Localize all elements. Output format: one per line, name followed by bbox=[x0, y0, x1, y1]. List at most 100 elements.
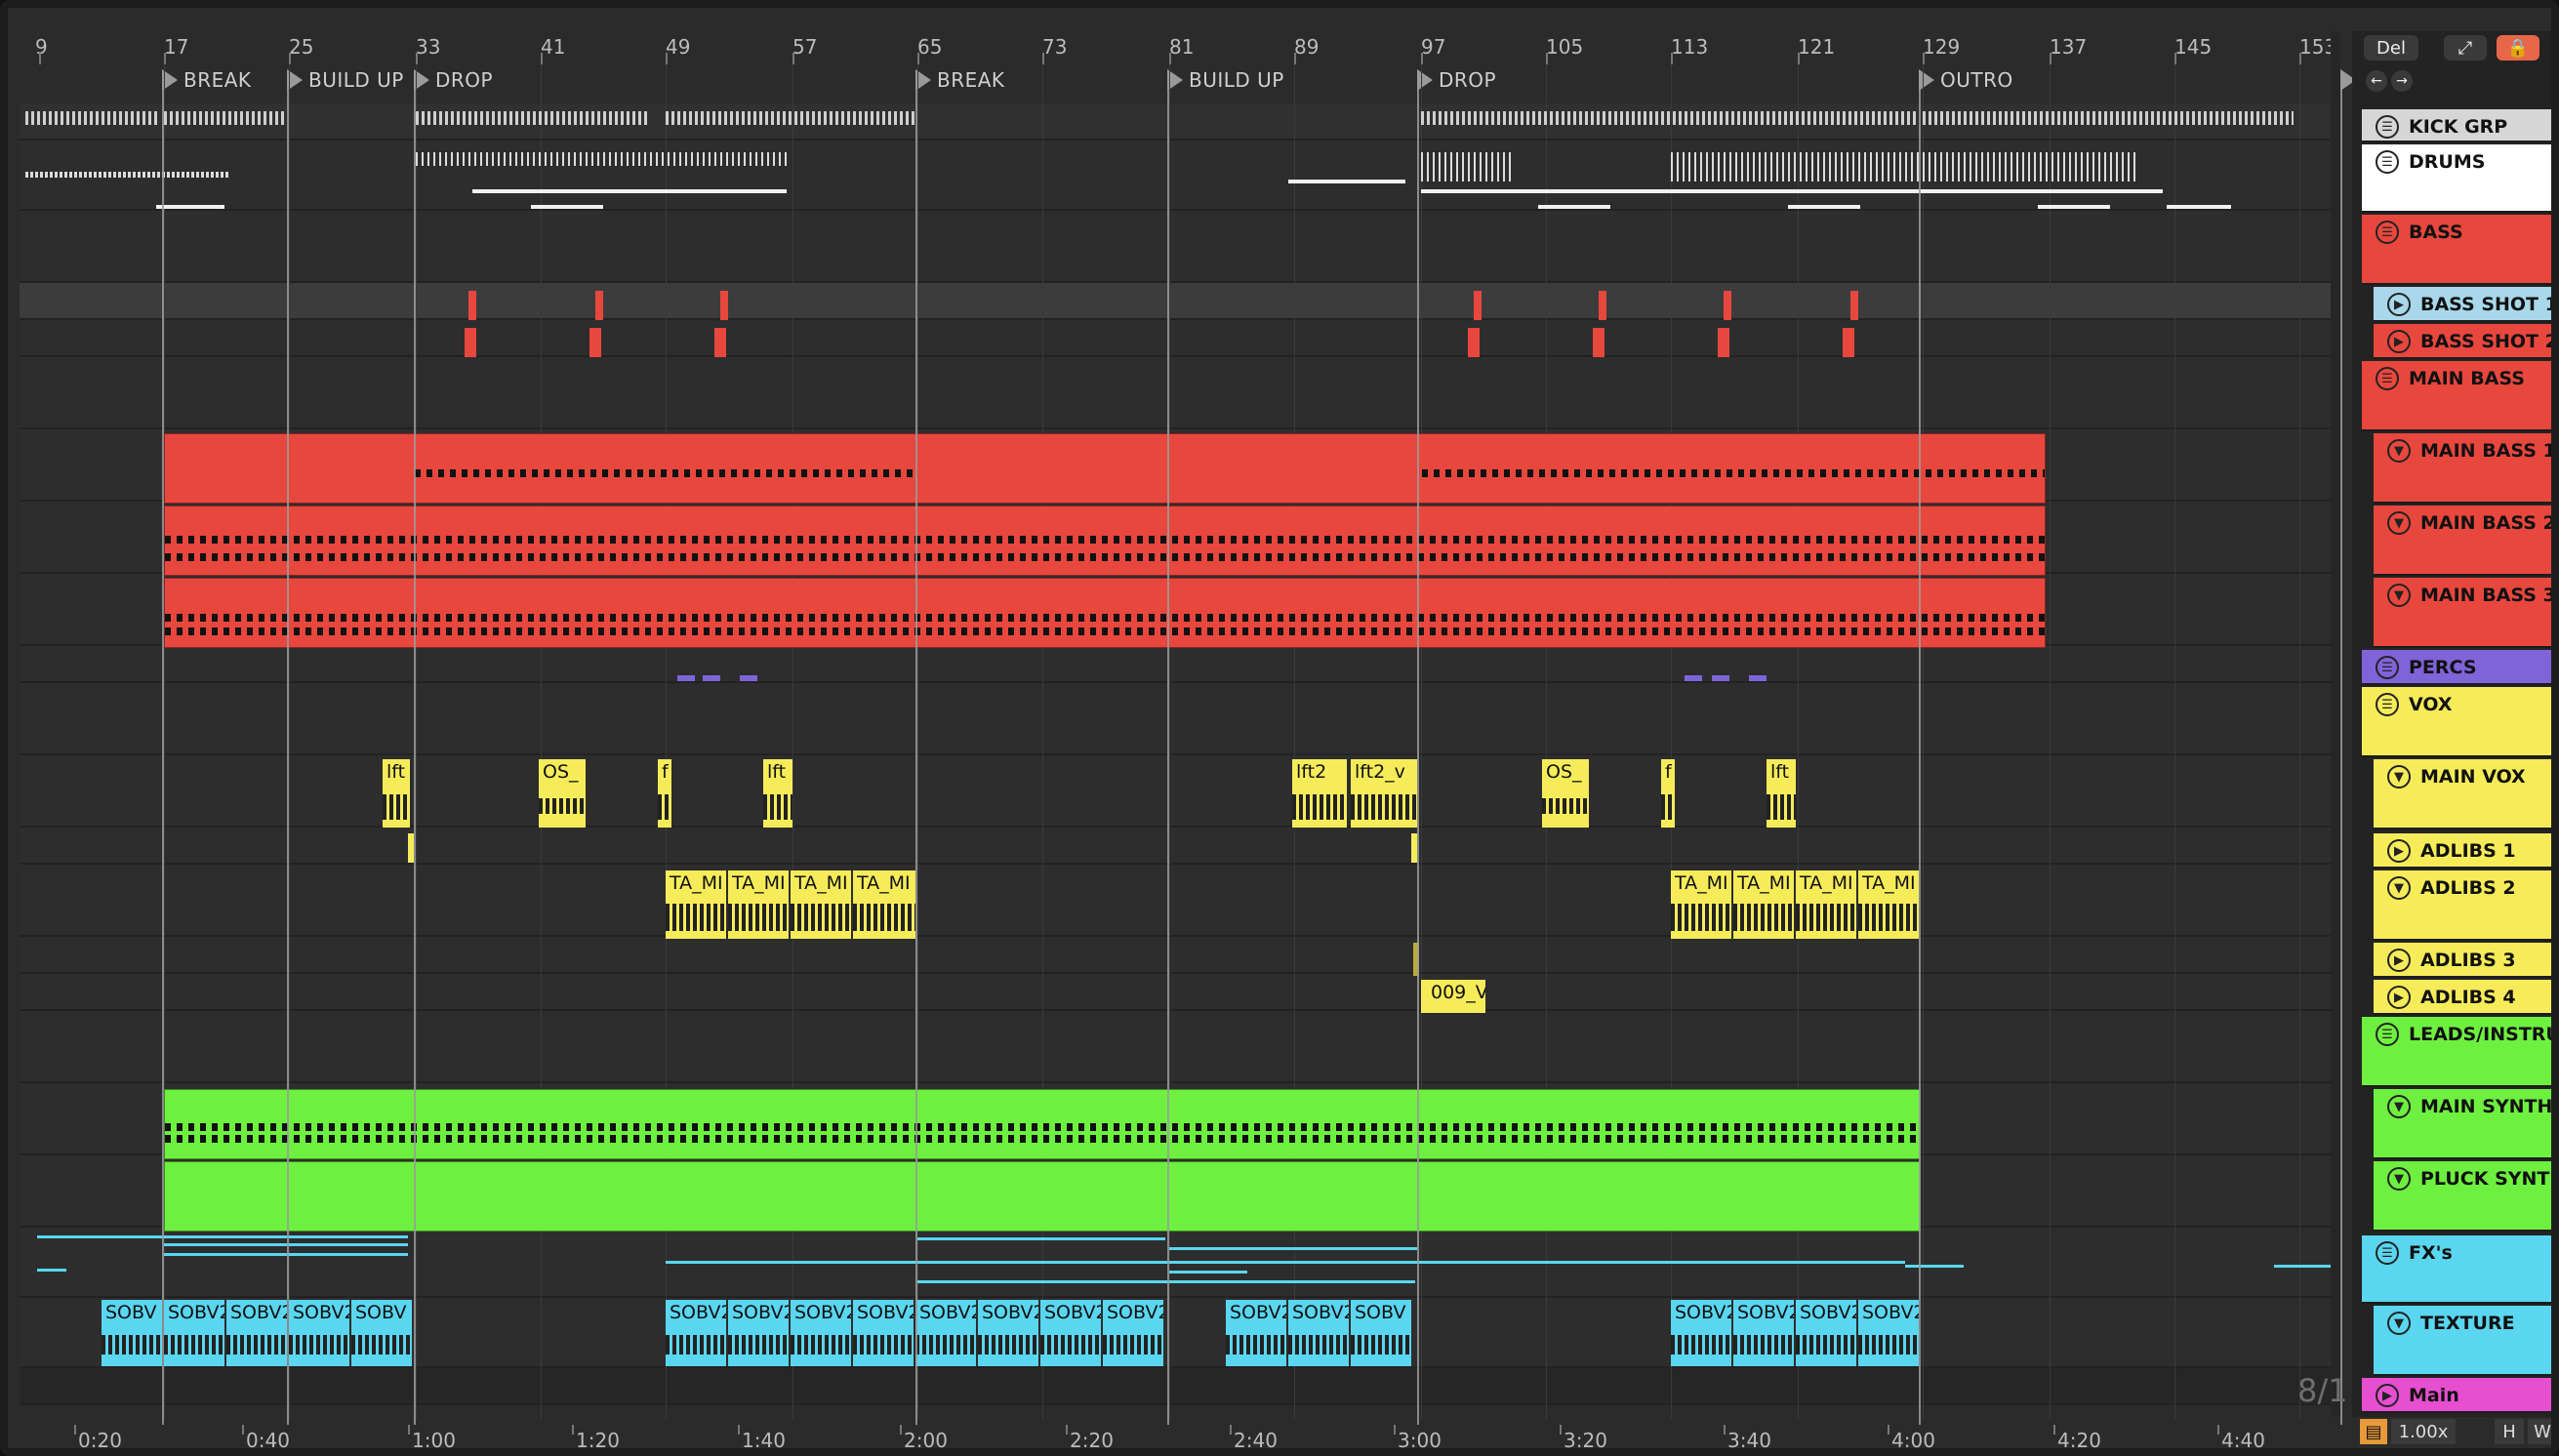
clip-bass-shot[interactable] bbox=[465, 328, 476, 357]
lane-bass[interactable] bbox=[20, 211, 2338, 283]
clip-main-vox[interactable]: lft2_v bbox=[1351, 759, 1417, 828]
track-header-main[interactable]: ▶ Main bbox=[2362, 1378, 2551, 1413]
clip-kick[interactable] bbox=[164, 111, 285, 125]
clip-bass-shot[interactable] bbox=[1593, 328, 1604, 357]
track-play-icon[interactable]: ▶ bbox=[2387, 293, 2411, 316]
track-fold-icon[interactable]: ▼ bbox=[2387, 511, 2411, 535]
clip-texture[interactable]: SOBV2 bbox=[791, 1300, 851, 1366]
clip-bass-shot[interactable] bbox=[1843, 328, 1854, 357]
track-header-main-synth[interactable]: ▼ MAIN SYNTH bbox=[2374, 1089, 2551, 1159]
clip-texture[interactable]: SOBV2 bbox=[666, 1300, 726, 1366]
group-fold-icon[interactable]: ☰ bbox=[2376, 656, 2399, 679]
clip-main-vox[interactable]: OS_ bbox=[1542, 759, 1589, 828]
locator-build-up[interactable]: BUILD UP bbox=[287, 68, 404, 92]
track-header-bass[interactable]: ☰ BASS bbox=[2362, 215, 2551, 285]
back-arrow-icon[interactable]: ← bbox=[2366, 70, 2387, 92]
track-fold-icon[interactable]: ▼ bbox=[2387, 584, 2411, 607]
waveform-icon[interactable]: ▤ bbox=[2360, 1419, 2387, 1444]
track-play-icon[interactable]: ▶ bbox=[2376, 1384, 2399, 1407]
clip-kick[interactable] bbox=[25, 111, 158, 125]
clip-texture[interactable]: SOBV2 bbox=[978, 1300, 1038, 1366]
clip-bass-shot[interactable] bbox=[1718, 328, 1729, 357]
track-header-fx-s[interactable]: ☰ FX's bbox=[2362, 1235, 2551, 1304]
clip-bass-shot[interactable] bbox=[1850, 291, 1858, 320]
track-fold-icon[interactable]: ▼ bbox=[2387, 1312, 2411, 1335]
clip-adlibs-2[interactable]: TA_MI bbox=[1858, 870, 1919, 939]
clip-texture[interactable]: SOBV2 bbox=[226, 1300, 287, 1366]
clip-texture[interactable]: SOBV2 bbox=[1103, 1300, 1163, 1366]
time-ruler[interactable]: 0:20 0:40 1:00 1:20 1:40 2:00 2:20 2:40 … bbox=[20, 1425, 2346, 1448]
h-button[interactable]: H bbox=[2495, 1419, 2524, 1444]
track-play-icon[interactable]: ▶ bbox=[2387, 330, 2411, 353]
track-fold-icon[interactable]: ▼ bbox=[2387, 765, 2411, 789]
clip-main-vox[interactable]: OS_ bbox=[539, 759, 586, 828]
locator-build-up[interactable]: BUILD UP bbox=[1167, 68, 1284, 92]
clip-bass-shot[interactable] bbox=[589, 328, 601, 357]
track-header-vox[interactable]: ☰ VOX bbox=[2362, 687, 2551, 757]
track-header-main-vox[interactable]: ▼ MAIN VOX bbox=[2374, 759, 2551, 829]
lane-leads[interactable] bbox=[20, 1011, 2338, 1083]
clip-drums[interactable] bbox=[25, 172, 230, 178]
track-header-percs[interactable]: ☰ PERCS bbox=[2362, 650, 2551, 685]
lane-percs[interactable] bbox=[20, 646, 2338, 683]
clip-adlibs-2[interactable]: TA_MI bbox=[728, 870, 789, 939]
track-header-adlibs-1[interactable]: ▶ ADLIBS 1 bbox=[2374, 833, 2551, 869]
forward-arrow-icon[interactable]: → bbox=[2391, 70, 2413, 92]
clip-bass-shot[interactable] bbox=[1468, 328, 1480, 357]
track-header-adlibs-2[interactable]: ▼ ADLIBS 2 bbox=[2374, 870, 2551, 941]
track-header-main-bass[interactable]: ☰ MAIN BASS bbox=[2362, 361, 2551, 431]
group-fold-icon[interactable]: ☰ bbox=[2376, 115, 2399, 139]
lock-icon[interactable]: 🔒 bbox=[2497, 35, 2539, 61]
lane-bass-shot-2[interactable] bbox=[20, 320, 2338, 357]
track-header-main-bass-2[interactable]: ▼ MAIN BASS 2 bbox=[2374, 506, 2551, 576]
track-fold-icon[interactable]: ▼ bbox=[2387, 876, 2411, 900]
clip-texture[interactable]: SOBV2 bbox=[1040, 1300, 1101, 1366]
lane-bass-shot-1[interactable] bbox=[20, 283, 2338, 320]
lane-adlibs-3[interactable] bbox=[20, 937, 2338, 974]
clip-bass-shot[interactable] bbox=[714, 328, 726, 357]
track-header-main-bass-1[interactable]: ▼ MAIN BASS 1 bbox=[2374, 433, 2551, 504]
track-header-bass-shot-2[interactable]: ▶ BASS SHOT 2 bbox=[2374, 324, 2551, 359]
track-play-icon[interactable]: ▶ bbox=[2387, 986, 2411, 1009]
track-header-adlibs-3[interactable]: ▶ ADLIBS 3 bbox=[2374, 943, 2551, 978]
clip-texture[interactable]: SOBV2 bbox=[1858, 1300, 1919, 1366]
w-button[interactable]: W bbox=[2528, 1419, 2551, 1444]
group-fold-icon[interactable]: ☰ bbox=[2376, 1241, 2399, 1265]
clip-main-vox[interactable]: lft bbox=[1767, 759, 1796, 828]
expand-icon[interactable]: ⤢ bbox=[2444, 35, 2487, 61]
clip-adlibs-2[interactable]: TA_MI bbox=[853, 870, 915, 939]
clip-kick[interactable] bbox=[1923, 111, 2294, 125]
clip-texture[interactable]: SOBV2 bbox=[1288, 1300, 1349, 1366]
zoom-field[interactable]: 1.00x bbox=[2391, 1419, 2456, 1444]
lane-main-vox[interactable] bbox=[20, 755, 2338, 828]
locator-break[interactable]: BREAK bbox=[162, 68, 252, 92]
clip-adlibs-2[interactable]: TA_MI bbox=[1796, 870, 1856, 939]
clip-texture[interactable]: SOBV bbox=[351, 1300, 412, 1366]
clip-main-bass-1[interactable] bbox=[164, 433, 2046, 504]
lane-main-bass[interactable] bbox=[20, 357, 2338, 429]
clip-drums[interactable] bbox=[416, 152, 787, 166]
clip-texture[interactable]: SOBV2 bbox=[1733, 1300, 1794, 1366]
track-header-bass-shot-1[interactable]: ▶ BASS SHOT 1 bbox=[2374, 287, 2551, 322]
clip-texture[interactable]: SOBV2 bbox=[1226, 1300, 1286, 1366]
clip-adlibs-2[interactable]: TA_MI bbox=[1671, 870, 1731, 939]
clip-main-bass-3[interactable] bbox=[164, 578, 2046, 648]
clip-main-synth[interactable] bbox=[164, 1089, 1921, 1159]
locator-outro[interactable]: OUTRO bbox=[1919, 68, 2013, 92]
locator-break[interactable]: BREAK bbox=[915, 68, 1005, 92]
clip-bass-shot[interactable] bbox=[1474, 291, 1482, 320]
clip-main-bass-2[interactable] bbox=[164, 506, 2046, 576]
group-fold-icon[interactable]: ☰ bbox=[2376, 367, 2399, 390]
clip-drums[interactable] bbox=[1421, 152, 1515, 182]
track-header-drums[interactable]: ☰ DRUMS bbox=[2362, 144, 2551, 213]
track-header-adlibs-4[interactable]: ▶ ADLIBS 4 bbox=[2374, 980, 2551, 1015]
group-fold-icon[interactable]: ☰ bbox=[2376, 150, 2399, 174]
group-fold-icon[interactable]: ☰ bbox=[2376, 1023, 2399, 1046]
track-fold-icon[interactable]: ▼ bbox=[2387, 1167, 2411, 1191]
locator-lane[interactable]: BREAK BUILD UP DROP BREAK BUILD UP DROP … bbox=[20, 64, 2356, 96]
arrangement-scrollbar[interactable] bbox=[2331, 31, 2340, 1417]
track-play-icon[interactable]: ▶ bbox=[2387, 949, 2411, 972]
clip-bass-shot[interactable] bbox=[720, 291, 728, 320]
clip-kick[interactable] bbox=[666, 111, 915, 125]
clip-adlibs-4[interactable]: 009_V bbox=[1421, 980, 1485, 1013]
